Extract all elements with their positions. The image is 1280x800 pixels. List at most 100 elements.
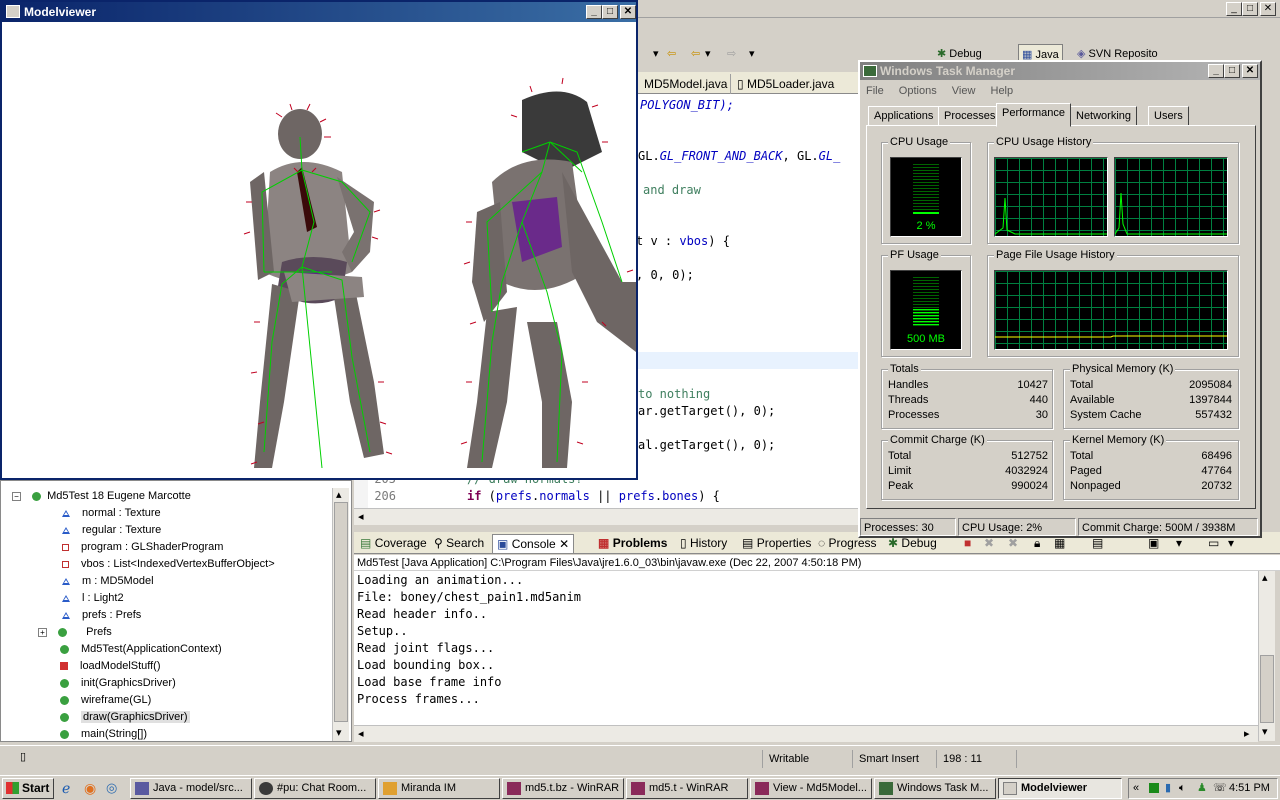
tab-processes[interactable]: Processes (938, 106, 1002, 126)
inner-class-icon (58, 627, 68, 637)
start-button[interactable]: Start (2, 778, 54, 799)
tab-history[interactable]: ▯ History (676, 534, 731, 553)
scroll-left-icon[interactable]: ◂ (358, 727, 364, 740)
tray-expand-icon[interactable]: « (1133, 779, 1139, 798)
taskbar-item-chat-room[interactable]: #pu: Chat Room... (254, 778, 376, 799)
outline-item[interactable]: wireframe(GL) (60, 692, 151, 709)
editor-horizontal-scrollbar[interactable]: ◂ (354, 508, 858, 525)
tab-users[interactable]: Users (1148, 106, 1189, 126)
clock[interactable]: 4:51 PM (1229, 779, 1270, 798)
outline-item[interactable]: l : Light2 (62, 590, 124, 607)
quick-launch-icon[interactable]: ◎ (106, 780, 117, 796)
internet-explorer-icon[interactable]: ℯ (62, 780, 70, 797)
network-icon[interactable]: ▮ (1165, 779, 1171, 798)
outline-item[interactable]: + Prefs (38, 624, 112, 641)
taskbar-item-java[interactable]: Java - model/src... (130, 778, 252, 799)
menu-options[interactable]: Options (899, 85, 937, 97)
forward-arrow-icon[interactable]: ⇨ (724, 44, 739, 66)
scroll-down-icon[interactable]: ▾ (1262, 725, 1268, 738)
taskbar-item-task-manager[interactable]: Windows Task M... (874, 778, 996, 799)
model-figure-left (243, 103, 393, 469)
outline-root[interactable]: − Md5Test 18 Eugene Marcotte (12, 488, 191, 505)
menu-file[interactable]: File (866, 85, 884, 97)
dropdown-arrow-icon[interactable]: ▾ (702, 44, 714, 66)
console-vertical-scrollbar[interactable]: ▴ ▾ (1258, 571, 1275, 741)
outline-item[interactable]: init(GraphicsDriver) (60, 675, 176, 692)
dropdown-arrow-icon[interactable]: ▾ (650, 44, 662, 66)
eclipse-close-button[interactable]: ✕ (1260, 2, 1276, 16)
close-icon[interactable]: ✕ (559, 537, 569, 551)
outline-item[interactable]: regular : Texture (62, 522, 161, 539)
eclipse-icon (135, 782, 149, 795)
collapse-icon[interactable]: − (12, 491, 21, 501)
taskbar-item-modelviewer[interactable]: Modelviewer (998, 778, 1122, 799)
task-manager-title-bar[interactable]: Windows Task Manager _ □ ✕ (860, 62, 1260, 80)
render-canvas[interactable] (2, 22, 636, 478)
code-line: al.getTarget(), 0); (638, 438, 776, 452)
problems-icon: ▦ (598, 536, 610, 550)
back-arrow-icon[interactable]: ⇦ (664, 44, 679, 66)
tab-properties[interactable]: ▤ Properties (738, 534, 815, 553)
scroll-thumb[interactable] (334, 502, 348, 722)
eclipse-minimize-button[interactable]: _ (1226, 2, 1242, 16)
commit-charge-row: Limit 4032924 (888, 465, 1048, 477)
previous-edit-icon[interactable]: ⇦ (688, 44, 703, 66)
scroll-up-icon[interactable]: ▴ (1262, 571, 1268, 584)
status-writable: Writable (762, 750, 852, 768)
model-render (243, 77, 636, 469)
menu-help[interactable]: Help (991, 85, 1014, 97)
scroll-up-icon[interactable]: ▴ (336, 488, 342, 501)
scroll-thumb[interactable] (1260, 655, 1274, 723)
cpu-history-line (1114, 192, 1227, 235)
tab-networking[interactable]: Networking (1070, 106, 1138, 126)
performance-panel: CPU Usage 2 % CPU Usage History PF Usage (866, 125, 1256, 509)
modelviewer-title-bar[interactable]: Modelviewer _ □ ✕ (2, 2, 636, 22)
search-icon: ⚲ (434, 536, 443, 550)
svn-icon: ◈ (1077, 48, 1086, 60)
task-manager-close-button[interactable]: ✕ (1242, 64, 1258, 78)
tab-coverage[interactable]: ▤ Coverage (356, 534, 431, 553)
task-manager-minimize-button[interactable]: _ (1208, 64, 1224, 78)
modelviewer-maximize-button[interactable]: □ (602, 5, 618, 19)
tab-applications[interactable]: Applications (868, 106, 940, 126)
scroll-down-icon[interactable]: ▾ (336, 726, 342, 739)
expand-icon[interactable]: + (38, 627, 47, 637)
eclipse-maximize-button[interactable]: □ (1242, 2, 1258, 16)
tab-console[interactable]: ▣ Console ✕ (492, 534, 575, 553)
scroll-left-icon[interactable]: ◂ (358, 510, 364, 523)
outline-vertical-scrollbar[interactable]: ▴ ▾ (332, 488, 349, 741)
connection-icon[interactable]: ☏ (1213, 779, 1227, 798)
outline-item[interactable]: normal : Texture (62, 505, 161, 522)
taskbar-item-miranda[interactable]: Miranda IM (378, 778, 500, 799)
volume-icon[interactable]: 🔈︎ (1179, 779, 1186, 798)
winrar-icon (631, 782, 645, 795)
tray-app-icon[interactable] (1149, 783, 1159, 793)
outline-item[interactable]: vbos : List<IndexedVertexBufferObject> (62, 556, 275, 573)
modelviewer-minimize-button[interactable]: _ (586, 5, 602, 19)
outline-item[interactable]: program : GLShaderProgram (62, 539, 223, 556)
outline-item[interactable]: Md5Test(ApplicationContext) (60, 641, 222, 658)
scroll-right-icon[interactable]: ▸ (1244, 727, 1250, 740)
outline-item[interactable]: main(String[]) (60, 726, 147, 743)
taskbar-item-view-md5model[interactable]: View - Md5Model... (750, 778, 872, 799)
outline-item[interactable]: m : MD5Model (62, 573, 154, 590)
console-horizontal-scrollbar[interactable]: ◂ ▸ (354, 725, 1258, 742)
tab-search[interactable]: ⚲ Search (430, 534, 488, 553)
task-manager-maximize-button[interactable]: □ (1224, 64, 1240, 78)
dropdown-arrow-icon[interactable]: ▾ (746, 44, 758, 66)
tab-problems[interactable]: ▦ Problems (594, 534, 671, 553)
modelviewer-close-button[interactable]: ✕ (620, 5, 636, 19)
menu-view[interactable]: View (952, 85, 976, 97)
tab-md5model-java[interactable]: MD5Model.java (638, 74, 733, 94)
tab-md5loader-java[interactable]: ▯ MD5Loader.java (730, 74, 840, 94)
task-manager-menu-bar: File Options View Help (866, 82, 1025, 100)
outline-item[interactable]: prefs : Prefs (62, 607, 141, 624)
tab-performance[interactable]: Performance (996, 103, 1071, 127)
taskbar-item-winrar[interactable]: md5.t - WinRAR (626, 778, 748, 799)
outline-item-selected[interactable]: draw(GraphicsDriver) (60, 709, 190, 726)
taskbar-item-winrar-bz[interactable]: md5.t.bz - WinRAR (502, 778, 624, 799)
firefox-icon[interactable]: ◉ (84, 780, 96, 797)
messenger-icon[interactable]: ♟ (1197, 779, 1207, 798)
outline-item[interactable]: loadModelStuff() (60, 658, 161, 675)
outline-view (0, 480, 352, 742)
